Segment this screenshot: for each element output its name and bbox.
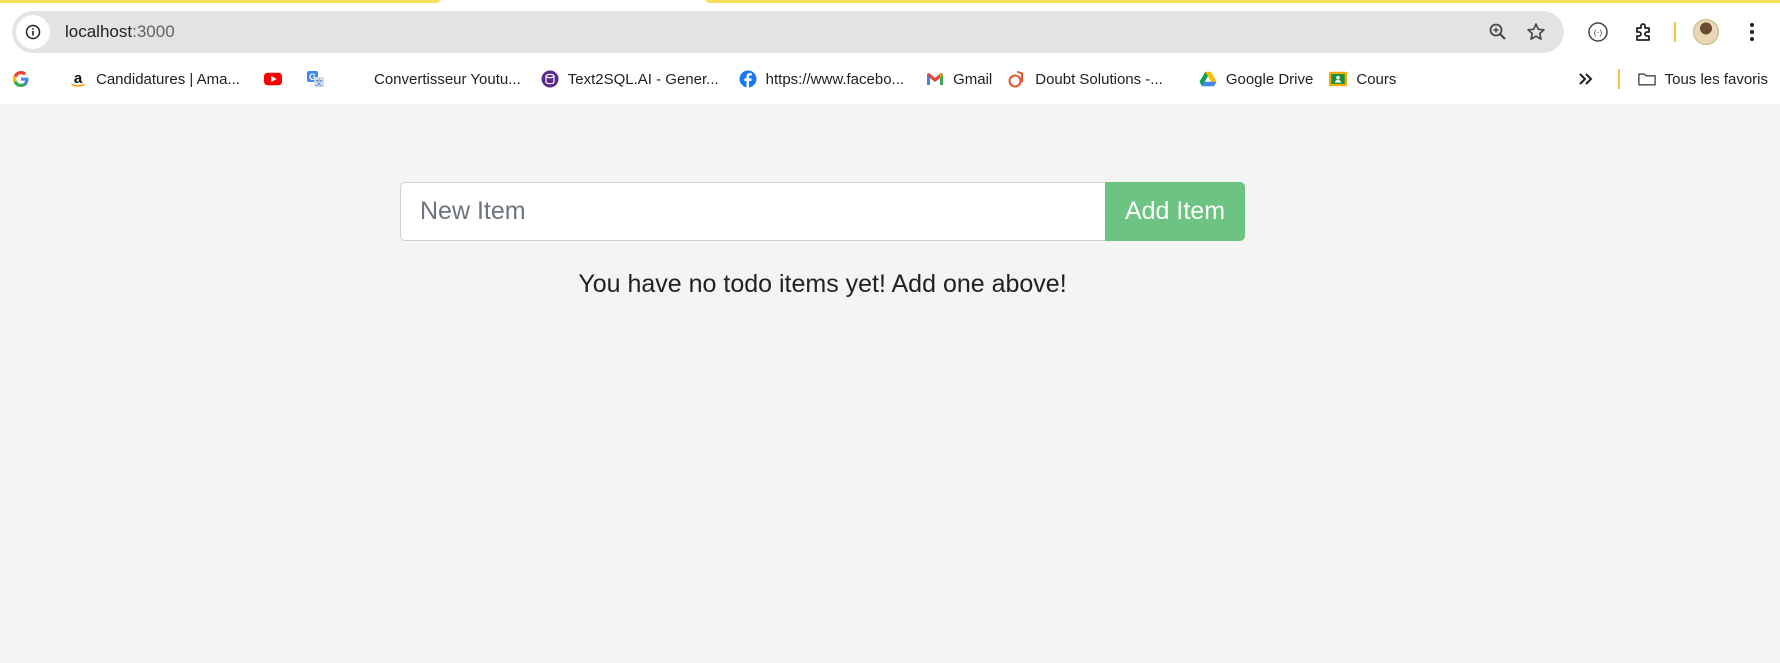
youtube-icon [263,70,282,88]
address-bar[interactable]: localhost:3000 [12,11,1564,53]
toolbar-separator [1674,22,1676,42]
more-vert-icon [1750,23,1754,41]
blank-page-icon [368,70,372,88]
google-icon [12,70,30,88]
text2sql-icon [541,70,559,88]
site-info-button[interactable] [16,15,50,49]
doubt-icon [1008,70,1026,88]
facebook-icon [739,70,757,88]
gmail-icon [926,70,944,88]
bookmark-label: Convertisseur Youtu... [373,70,521,88]
bookmarks-separator [1617,69,1620,89]
bookmark-text2sql[interactable]: Text2SQL.AI - Gener... [533,64,727,94]
bookmark-google-drive[interactable]: Google Drive [1191,64,1322,94]
avatar [1693,19,1719,45]
bookmark-cours[interactable]: Cours [1321,64,1404,94]
empty-state-message: You have no todo items yet! Add one abov… [578,270,1067,298]
bookmarks-bar: a Candidatures | Ama... G 文 Convertisseu… [0,62,1780,96]
bookmark-doubt-solutions[interactable]: Doubt Solutions -... [1000,64,1171,94]
svg-text:文: 文 [315,78,323,88]
star-icon[interactable] [1526,22,1546,42]
bookmark-google[interactable] [0,64,47,94]
url-port: :3000 [132,22,175,41]
amazon-icon: a [69,70,87,88]
bookmark-youtube[interactable] [256,64,299,94]
url-text[interactable]: localhost:3000 [65,22,175,42]
bookmark-label: Text2SQL.AI - Gener... [567,70,719,88]
media-icon: (·) [1588,22,1608,42]
svg-text:(·): (·) [1594,29,1603,38]
url-host: localhost [65,22,133,41]
bookmark-label: Cours [1356,70,1397,88]
profile-button[interactable] [1688,14,1724,50]
bookmark-label: Candidatures | Ama... [96,70,240,88]
todo-page: Add Item You have no todo items yet! Add… [0,104,1780,663]
zoom-icon[interactable] [1488,22,1508,42]
more-bookmarks-button[interactable] [1568,61,1604,97]
bookmark-amazon[interactable]: a Candidatures | Ama... [61,64,248,94]
puzzle-icon [1636,23,1650,41]
tab-accent-left [0,0,440,3]
bookmark-label: Google Drive [1225,70,1314,88]
info-icon [25,24,41,40]
browser-chrome: localhost:3000 (·) a Candidatures | Ama.… [0,0,1780,104]
add-item-button[interactable]: Add Item [1105,182,1245,241]
bookmark-gmail[interactable]: Gmail [918,64,1000,94]
bookmark-label: Doubt Solutions -... [1035,70,1163,88]
folder-icon [1637,70,1656,88]
classroom-icon [1329,70,1348,88]
bookmark-facebook[interactable]: https://www.facebo... [731,64,912,94]
all-bookmarks-folder[interactable]: Tous les favoris [1637,64,1768,94]
drive-icon [1199,70,1217,88]
bookmark-convertisseur[interactable]: Convertisseur Youtu... [360,64,529,94]
chevron-double-right-icon [1578,73,1593,85]
add-item-form: Add Item [400,182,1245,241]
new-item-input[interactable] [400,182,1105,241]
all-bookmarks-label: Tous les favoris [1664,70,1768,88]
extensions-button[interactable] [1626,14,1662,50]
translate-icon: G 文 [306,70,325,88]
menu-button[interactable] [1734,14,1770,50]
bookmark-translate[interactable]: G 文 [299,64,342,94]
svg-text:a: a [74,70,83,87]
tab-accent-right [706,0,1780,3]
bookmark-label: Gmail [953,70,993,88]
bookmark-label: https://www.facebo... [765,70,905,88]
extension-media-button[interactable]: (·) [1580,14,1616,50]
